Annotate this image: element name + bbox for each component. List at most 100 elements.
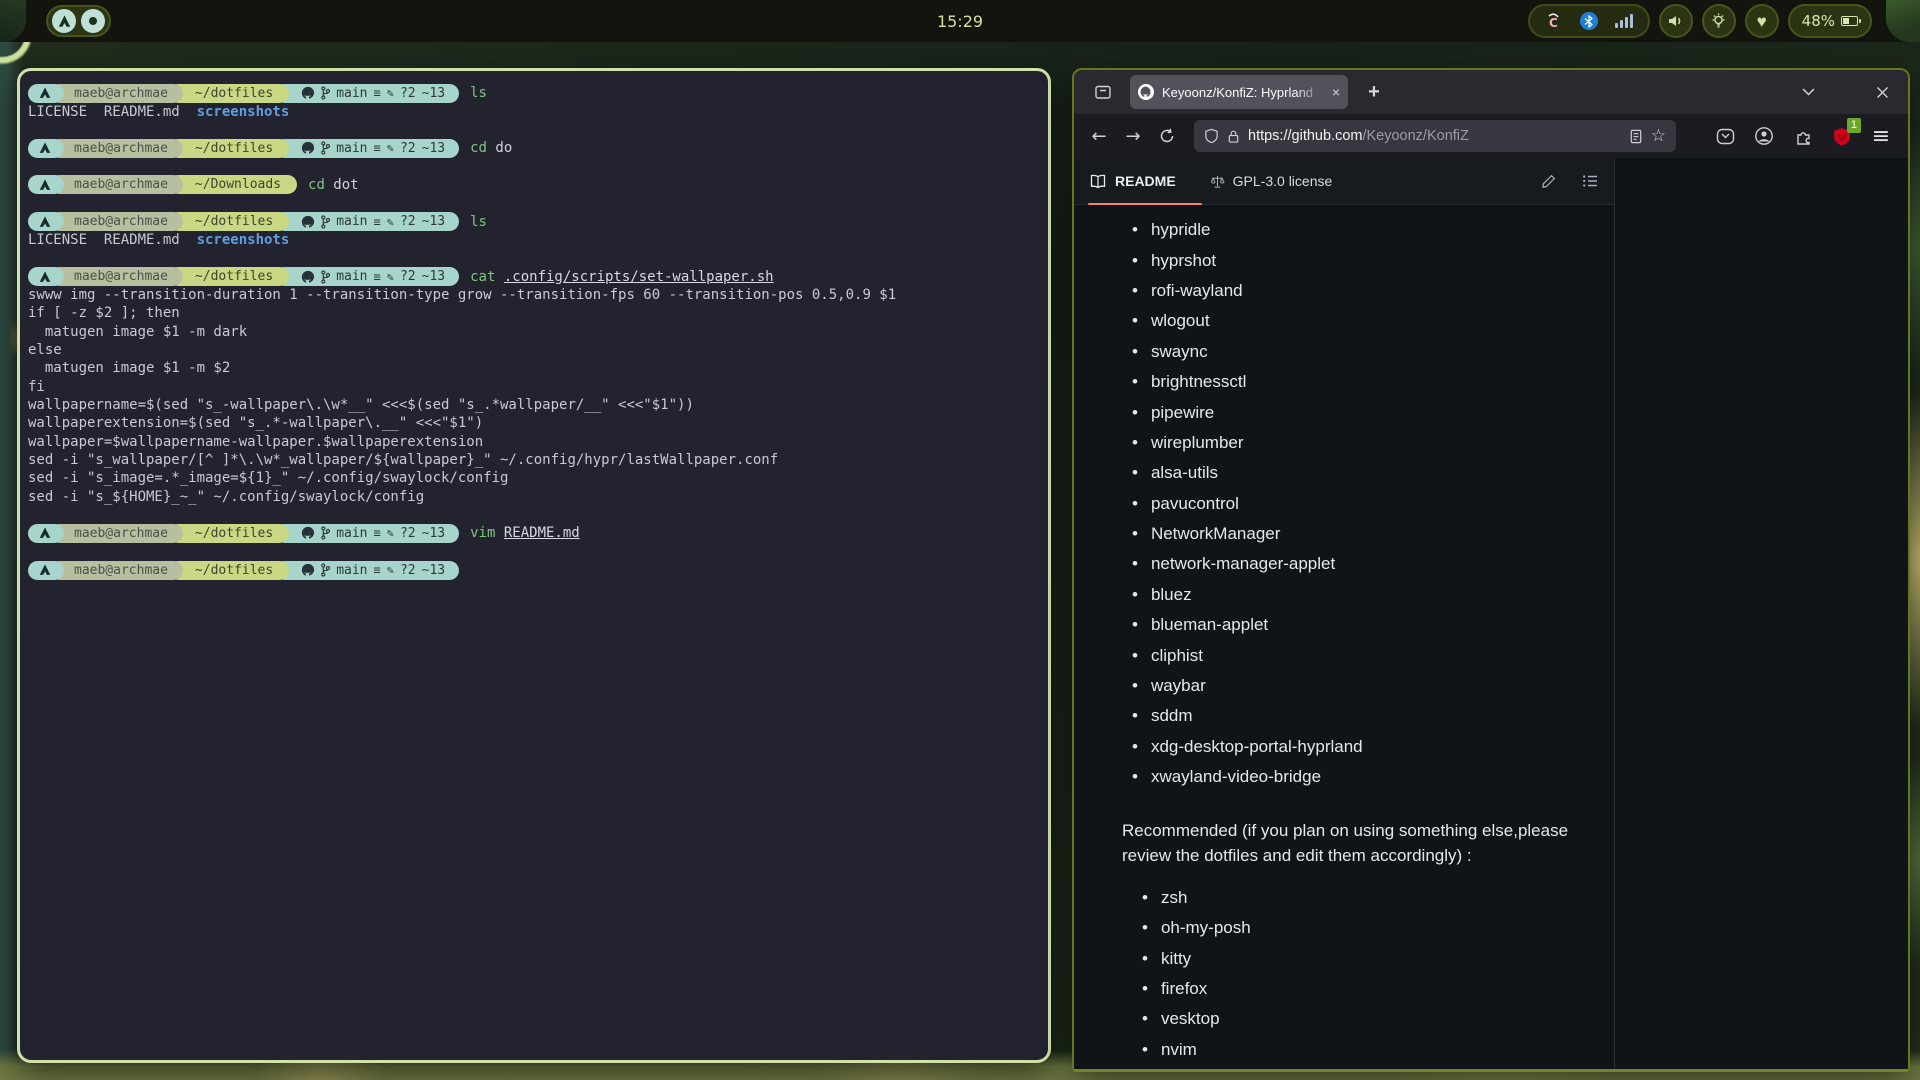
recommended-item: nvim [1142, 1035, 1614, 1065]
browser-tab[interactable]: Keyoonz/KonfiZ: Hyprland × [1130, 75, 1348, 109]
git-branch-name: main [336, 526, 367, 541]
recommended-item: oh-my-posh [1142, 913, 1614, 943]
package-item: hyprshot [1132, 245, 1614, 275]
git-branch-icon [321, 215, 330, 229]
git-edit-icon: ✎ [387, 86, 394, 100]
terminal-prompt-line: maeb@archmae ~/Downloads cd dot [28, 176, 1038, 194]
package-item: cliphist [1132, 640, 1614, 670]
git-untracked-count: ?2 [400, 141, 416, 156]
list-item-label: waybar [1151, 676, 1206, 696]
prompt-dir-segment: ~/dotfiles [169, 267, 289, 286]
prompt-dir-segment: ~/dotfiles [169, 524, 289, 543]
arch-menu-button[interactable] [52, 9, 76, 33]
firefox-window: Keyoonz/KonfiZ: Hyprland × + ← → [1072, 68, 1910, 1072]
terminal-prompt-line: maeb@archmae ~/dotfiles main ≡ ✎ ?2 ~13 … [28, 139, 1038, 157]
tab-readme[interactable]: README [1090, 173, 1176, 189]
pocket-button[interactable] [1714, 125, 1736, 147]
list-item-label: brightnessctl [1151, 372, 1246, 392]
battery-widget[interactable]: 48% [1788, 4, 1872, 38]
terminal-text: matugen image $1 -m dark [28, 324, 247, 340]
tab-license[interactable]: GPL-3.0 license [1210, 173, 1333, 189]
brightness-button[interactable] [1702, 4, 1736, 38]
window-close-button[interactable] [1868, 78, 1896, 106]
reader-mode-icon[interactable] [1629, 129, 1643, 144]
prompt-dir-segment: ~/dotfiles [169, 212, 289, 231]
bookmark-star-icon[interactable]: ☆ [1651, 128, 1666, 145]
git-branch-name: main [336, 141, 367, 156]
prompt-dir-segment: ~/dotfiles [169, 561, 289, 580]
terminal-text: cd [308, 177, 325, 193]
git-untracked-count: ?2 [400, 86, 416, 101]
list-item-label: cliphist [1151, 646, 1203, 666]
terminal-link[interactable]: .config/scripts/set-wallpaper.sh [504, 269, 774, 285]
git-untracked-count: ?2 [400, 526, 416, 541]
terminal-link[interactable]: README.md [504, 525, 580, 541]
url-path: /Keyoonz/KonfiZ [1362, 128, 1468, 144]
package-item: network-manager-applet [1132, 549, 1614, 579]
git-sync-status: ≡ [374, 270, 381, 284]
arch-logo-icon [39, 271, 51, 283]
terminal-text: do [487, 140, 512, 156]
edit-readme-button[interactable] [1541, 174, 1556, 189]
terminal-window[interactable]: maeb@archmae ~/dotfiles main ≡ ✎ ?2 ~13 … [17, 68, 1051, 1063]
package-item: blueman-applet [1132, 610, 1614, 640]
shell-prompt: maeb@archmae ~/Downloads [28, 175, 297, 194]
tray-bluetooth-button[interactable] [1580, 12, 1598, 30]
terminal-text: sed -i "s_${HOME}_~_" ~/.config/swaylock… [28, 489, 424, 505]
prompt-dir-segment: ~/dotfiles [169, 139, 289, 158]
list-item-label: xwayland-video-bridge [1151, 767, 1321, 787]
system-tray: C [1528, 4, 1650, 38]
forward-button[interactable]: → [1118, 121, 1148, 151]
reload-icon [1159, 128, 1175, 144]
package-item: pipewire [1132, 397, 1614, 427]
shield-icon[interactable] [1204, 128, 1219, 144]
recommended-list: zsh oh-my-posh kitty firefox vesktop nvi… [1142, 883, 1614, 1065]
prompt-dir-segment: ~/dotfiles [169, 84, 289, 103]
package-item: alsa-utils [1132, 458, 1614, 488]
battery-icon [1841, 16, 1858, 26]
menu-button[interactable]: ≡ [1870, 125, 1892, 147]
git-sync-status: ≡ [374, 526, 381, 540]
dot-button[interactable] [81, 9, 105, 33]
git-branch-name: main [336, 214, 367, 229]
extensions-button[interactable] [1792, 125, 1814, 147]
reload-button[interactable] [1152, 121, 1182, 151]
account-button[interactable] [1753, 125, 1775, 147]
back-button[interactable]: ← [1084, 121, 1114, 151]
git-branch-icon [321, 526, 330, 540]
recommended-item: firefox [1142, 974, 1614, 1004]
tray-headset-button[interactable]: C [1545, 12, 1563, 30]
tray-network-button[interactable] [1615, 14, 1633, 28]
firefox-view-button[interactable] [1088, 77, 1118, 107]
tab-close-button[interactable]: × [1332, 85, 1340, 99]
list-all-tabs-button[interactable] [1794, 78, 1822, 106]
terminal-text: wallpaperextension=$(sed "s_.*-wallpaper… [28, 415, 483, 431]
list-item-label: firefox [1161, 979, 1207, 999]
new-tab-button[interactable]: + [1360, 78, 1388, 106]
shell-prompt: maeb@archmae ~/dotfiles main ≡ ✎ ?2 ~13 [28, 524, 459, 543]
lock-icon[interactable] [1227, 129, 1240, 144]
svg-text:C: C [1549, 16, 1558, 30]
favorites-button[interactable]: ♥ [1745, 4, 1779, 38]
terminal-prompt-line: maeb@archmae ~/dotfiles main ≡ ✎ ?2 ~13 … [28, 524, 1038, 542]
recommended-item: kitty [1142, 943, 1614, 973]
package-item: NetworkManager [1132, 519, 1614, 549]
package-item: bluez [1132, 580, 1614, 610]
git-sync-status: ≡ [374, 563, 381, 577]
package-item: brightnessctl [1132, 367, 1614, 397]
terminal-output-line: wallpapername=$(sed "s_-wallpaper\.\w*__… [28, 396, 1038, 414]
url-bar[interactable]: https://github.com/Keyoonz/KonfiZ ☆ [1194, 120, 1676, 152]
terminal-text [495, 525, 503, 541]
terminal-text: sed -i "s_wallpaper/[^ ]*\.\w*_wallpaper… [28, 452, 778, 468]
terminal-text [495, 269, 503, 285]
adblocker-button[interactable]: 1 [1831, 125, 1853, 147]
github-icon [301, 215, 315, 229]
terminal-output-line: if [ -z $2 ]; then [28, 304, 1038, 322]
package-item: xwayland-video-bridge [1132, 762, 1614, 792]
git-untracked-count: ?2 [400, 214, 416, 229]
git-edit-icon: ✎ [387, 270, 394, 284]
outline-button[interactable] [1582, 174, 1598, 188]
signal-icon [1630, 14, 1633, 28]
recommended-item: vesktop [1142, 1004, 1614, 1034]
volume-button[interactable] [1659, 4, 1693, 38]
